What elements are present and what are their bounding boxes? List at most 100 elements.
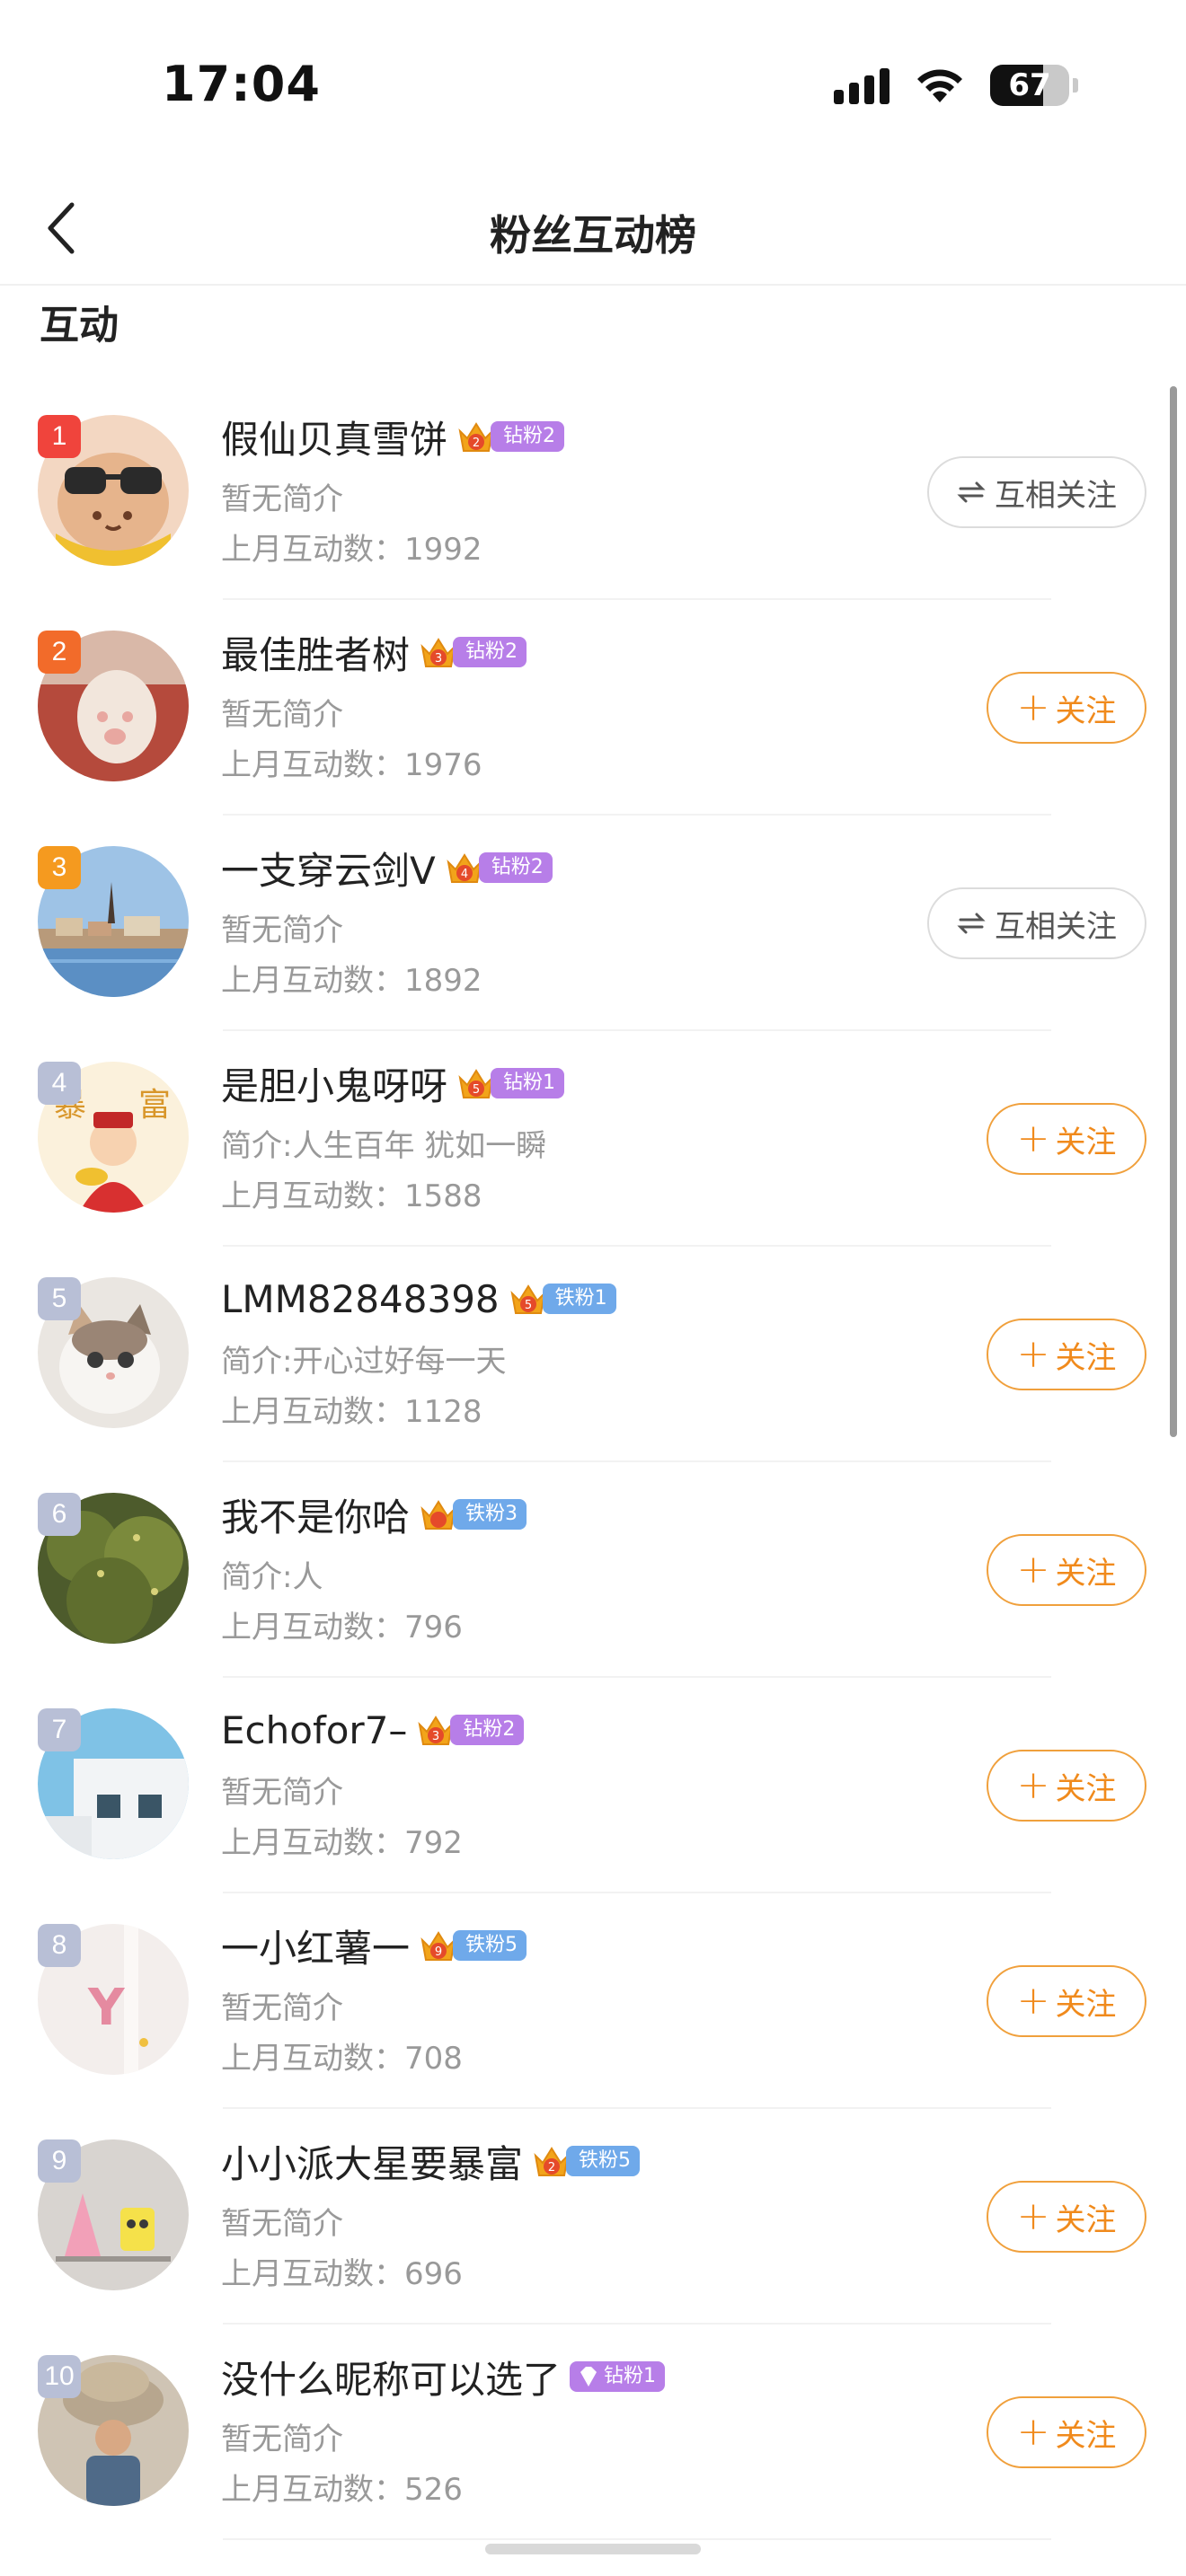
user-name[interactable]: 小小派大星要暴富 <box>221 2134 523 2189</box>
rank-badge: 1 <box>38 415 81 458</box>
fan-list-item[interactable]: 2 最佳胜者树 3 钻粉2 暂无简介 上月互动数：1976 + 关注 <box>0 600 1186 816</box>
interaction-count: 上月互动数：1128 <box>221 1394 482 1430</box>
battery-icon: 67 <box>990 65 1069 106</box>
fan-list-item[interactable]: 10 没什么昵称可以选了 钻粉1 暂无简介 上月互动数：526 + 关注 <box>0 2325 1186 2540</box>
rank-badge: 10 <box>38 2355 81 2398</box>
fan-level-badge: 铁粉5 <box>566 2146 641 2176</box>
rank-badge: 7 <box>38 1708 81 1751</box>
fan-list-item[interactable]: 1 假仙贝真雪饼 2 钻粉2 暂无简介 上月互动数：1992 互相关注 <box>0 384 1186 600</box>
rank-badge: 9 <box>38 2139 81 2183</box>
name-line: 一支穿云剑V 4 钻粉2 <box>221 842 553 893</box>
fan-badge: 9 铁粉5 <box>419 1928 527 1963</box>
home-indicator <box>485 2544 701 2554</box>
user-bio: 暂无简介 <box>221 697 343 733</box>
follow-button[interactable]: + 关注 <box>987 1319 1146 1390</box>
page-title: 粉丝互动榜 <box>490 211 696 260</box>
user-name[interactable]: 我不是你哈 <box>221 1487 410 1542</box>
user-bio: 暂无简介 <box>221 2206 343 2242</box>
name-line: 是胆小鬼呀呀 5 钻粉1 <box>221 1056 565 1111</box>
follow-button[interactable]: + 关注 <box>987 2181 1146 2253</box>
status-bar: 17:04 67 <box>0 0 1186 171</box>
follow-label: 关注 <box>1055 1770 1117 1807</box>
swap-arrows-icon <box>957 913 986 934</box>
follow-button[interactable]: + 关注 <box>987 672 1146 744</box>
fan-level-label: 铁粉5 <box>579 2149 632 2172</box>
fan-badge: 铁粉3 <box>419 1496 527 1532</box>
user-name[interactable]: 假仙贝真雪饼 <box>221 410 447 464</box>
interaction-count: 上月互动数：526 <box>221 2472 463 2508</box>
user-name[interactable]: Echofor7– <box>221 1708 407 1752</box>
status-icons: 67 <box>834 63 1078 108</box>
plus-icon: + <box>1016 2409 1050 2455</box>
follow-button[interactable]: + 关注 <box>987 1965 1146 2037</box>
follow-button[interactable]: + 关注 <box>987 1750 1146 1822</box>
rank-badge: 3 <box>38 846 81 889</box>
rank-badge: 2 <box>38 631 81 674</box>
interaction-count: 上月互动数：796 <box>221 1610 463 1645</box>
follow-button[interactable]: + 关注 <box>987 1103 1146 1175</box>
status-time: 17:04 <box>162 56 321 112</box>
section-title: 互动 <box>40 303 119 348</box>
fan-level-badge: 铁粉3 <box>453 1499 527 1530</box>
mutual-follow-button[interactable]: 互相关注 <box>927 887 1146 959</box>
fan-list-item[interactable]: 6 我不是你哈 铁粉3 简介:人 上月互动数：796 + 关注 <box>0 1462 1186 1678</box>
name-line: LMM82848398 5 铁粉1 <box>221 1274 616 1324</box>
fan-list-item[interactable]: 7 Echofor7– 3 钻粉2 暂无简介 上月互动数：792 + 关注 <box>0 1678 1186 1893</box>
cellular-signal-icon <box>834 66 890 104</box>
user-name[interactable]: LMM82848398 <box>221 1277 500 1321</box>
name-line: 小小派大星要暴富 2 铁粉5 <box>221 2134 641 2189</box>
fan-list-item[interactable]: 9 小小派大星要暴富 2 铁粉5 暂无简介 上月互动数：696 + 关注 <box>0 2109 1186 2325</box>
fan-level-badge: 钻粉1 <box>570 2361 666 2392</box>
row-divider <box>223 2538 1051 2540</box>
interaction-count: 上月互动数：1588 <box>221 1178 482 1214</box>
svg-text:5: 5 <box>525 1299 532 1312</box>
user-name[interactable]: 一小红薯一 <box>221 1919 410 1973</box>
fan-level-label: 铁粉3 <box>465 1503 518 1525</box>
plus-icon: + <box>1016 1331 1050 1377</box>
plus-icon: + <box>1016 1762 1050 1808</box>
fan-badge: 5 铁粉1 <box>509 1281 616 1317</box>
svg-text:4: 4 <box>461 868 468 881</box>
mutual-follow-button[interactable]: 互相关注 <box>927 456 1146 528</box>
interaction-count: 上月互动数：1892 <box>221 963 482 999</box>
fan-level-label: 钻粉1 <box>604 2365 657 2387</box>
user-name[interactable]: 没什么昵称可以选了 <box>221 2350 561 2404</box>
follow-label: 关注 <box>1055 2417 1117 2454</box>
fan-level-label: 铁粉5 <box>465 1934 518 1956</box>
fan-list-item[interactable]: 5 LMM82848398 5 铁粉1 简介:开心过好每一天 上月互动数：112… <box>0 1247 1186 1462</box>
user-bio: 简介:人 <box>221 1559 323 1595</box>
battery-tip <box>1073 78 1078 93</box>
gem-badge-icon <box>580 2367 597 2386</box>
fan-badge: 3 钻粉2 <box>416 1712 525 1748</box>
user-bio: 暂无简介 <box>221 913 343 948</box>
swap-arrows-icon <box>957 481 986 503</box>
name-line: 最佳胜者树 3 钻粉2 <box>221 627 527 677</box>
user-bio: 暂无简介 <box>221 1775 343 1811</box>
user-name[interactable]: 是胆小鬼呀呀 <box>221 1056 447 1111</box>
fan-level-badge: 铁粉1 <box>542 1284 616 1314</box>
interaction-count: 上月互动数：792 <box>221 1825 463 1861</box>
interaction-count: 上月互动数：1992 <box>221 532 482 568</box>
fan-level-label: 钻粉2 <box>491 856 544 878</box>
nav-bar: 粉丝互动榜 <box>0 171 1186 286</box>
battery-level-text: 67 <box>1008 67 1051 103</box>
user-name[interactable]: 最佳胜者树 <box>221 625 410 680</box>
wifi-icon <box>917 69 962 102</box>
svg-text:9: 9 <box>435 1945 442 1959</box>
svg-text:3: 3 <box>432 1730 439 1743</box>
follow-button[interactable]: + 关注 <box>987 2396 1146 2468</box>
fan-level-badge: 铁粉5 <box>453 1930 527 1961</box>
follow-label: 关注 <box>1055 1555 1117 1592</box>
fan-badge: 5 钻粉1 <box>456 1065 565 1101</box>
svg-text:2: 2 <box>473 437 480 450</box>
fan-list-item[interactable]: 3 一支穿云剑V 4 钻粉2 暂无简介 上月互动数：1892 互相关注 <box>0 816 1186 1031</box>
user-name[interactable]: 一支穿云剑V <box>221 841 436 895</box>
fan-list-item[interactable]: Y 8 一小红薯一 9 铁粉5 暂无简介 上月互动数：708 + 关注 <box>0 1893 1186 2109</box>
follow-button[interactable]: + 关注 <box>987 1534 1146 1606</box>
svg-text:5: 5 <box>473 1083 480 1097</box>
rank-badge: 6 <box>38 1493 81 1536</box>
fan-level-badge: 钻粉2 <box>453 637 527 667</box>
name-line: 没什么昵称可以选了 钻粉1 <box>221 2350 666 2404</box>
scrollbar[interactable] <box>1170 386 1177 1437</box>
fan-list-item[interactable]: 暴富 4 是胆小鬼呀呀 5 钻粉1 简介:人生百年 犹如一瞬 上月互动数：158… <box>0 1031 1186 1247</box>
